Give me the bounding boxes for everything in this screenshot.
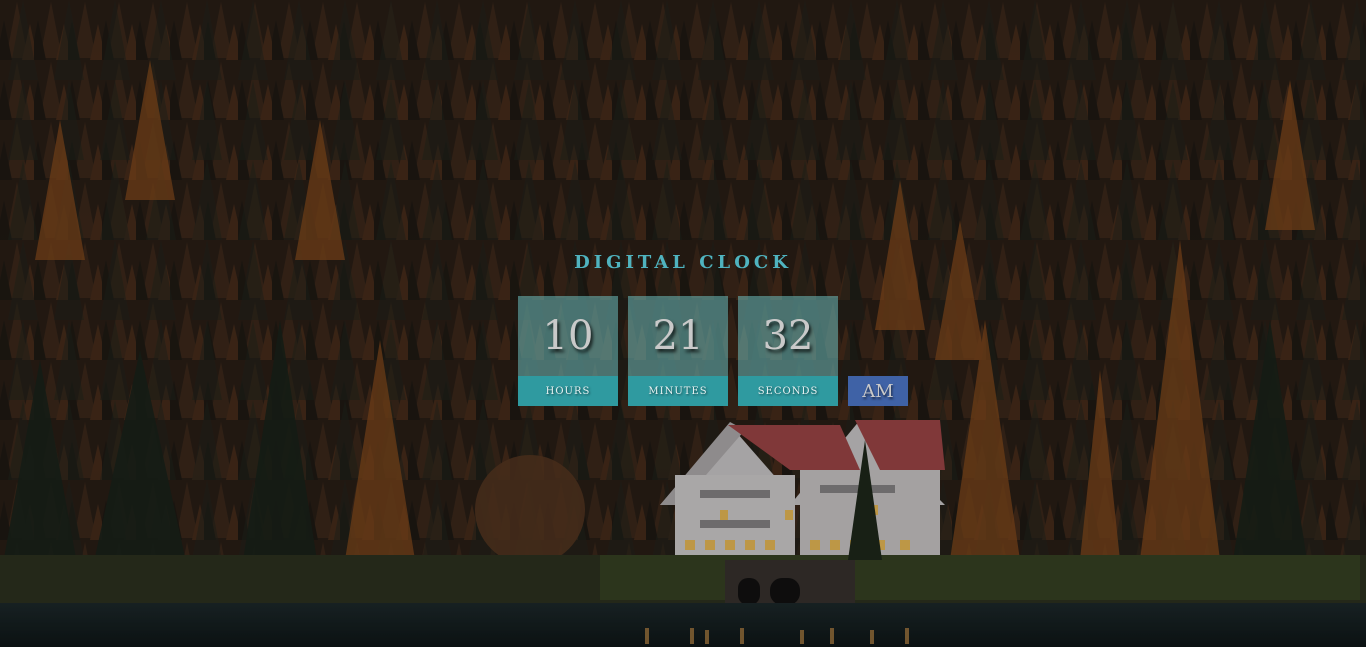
hours-value: 10: [518, 296, 618, 376]
seconds-unit: 32 SECONDS: [738, 296, 838, 406]
digital-clock: 10 HOURS 21 MINUTES 32 SECONDS AM: [518, 296, 908, 406]
minutes-value: 21: [628, 296, 728, 376]
am-pm-badge: AM: [848, 376, 908, 406]
hours-label: HOURS: [518, 376, 618, 406]
seconds-label: SECONDS: [738, 376, 838, 406]
hours-unit: 10 HOURS: [518, 296, 618, 406]
minutes-label: MINUTES: [628, 376, 728, 406]
minutes-unit: 21 MINUTES: [628, 296, 728, 406]
seconds-value: 32: [738, 296, 838, 376]
clock-title: DIGITAL CLOCK: [574, 252, 792, 273]
